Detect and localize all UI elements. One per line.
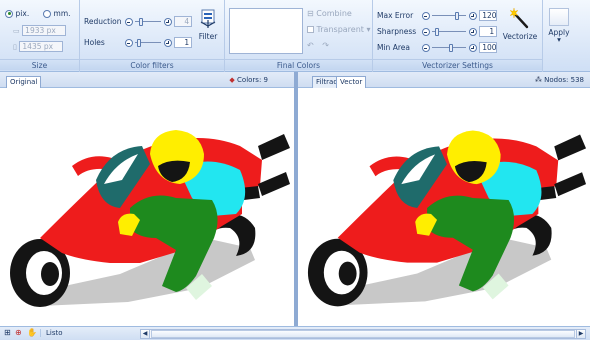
final-colors-title: Final Colors	[225, 59, 372, 70]
vector-image-pane[interactable]	[298, 88, 590, 326]
min-area-value[interactable]: 100	[479, 42, 498, 53]
max-error-label: Max Error	[377, 11, 414, 20]
color-palette-box[interactable]	[229, 8, 303, 54]
nodes-count: ⁂ Nodos: 538	[535, 76, 584, 84]
holes-decrease-button[interactable]	[124, 38, 133, 47]
vectorize-button[interactable]: Vectorize	[501, 7, 539, 41]
sharpness-label: Sharpness	[377, 27, 417, 36]
width-icon: ▭	[13, 27, 20, 35]
holes-label: Holes	[84, 38, 105, 47]
sharpness-row: Sharpness 1	[377, 26, 498, 37]
combine-label: Combine	[316, 9, 352, 18]
max-error-increase-button[interactable]	[468, 11, 477, 20]
ribbon: pix. mm. ▭ 1933 px ▯ 1435 px Size Reduct…	[0, 0, 590, 72]
apply-group: Apply ▾	[543, 0, 573, 72]
size-group: pix. mm. ▭ 1933 px ▯ 1435 px Size	[0, 0, 80, 72]
status-text: Listo	[46, 329, 63, 337]
radio-px[interactable]	[5, 9, 13, 18]
min-area-label: Min Area	[377, 43, 410, 52]
max-error-slider[interactable]	[432, 11, 467, 20]
unit-mm-option[interactable]: mm.	[43, 9, 71, 18]
reduction-value[interactable]: 4	[174, 16, 193, 27]
reduction-increase-button[interactable]	[163, 17, 172, 26]
min-area-row: Min Area 100	[377, 42, 498, 53]
min-area-decrease-button[interactable]	[421, 43, 430, 52]
combine-icon: ⊟	[307, 9, 314, 18]
final-colors-group: ⊟ Combine Transparent ▾ ↶ ↷ Final Colors	[225, 0, 373, 72]
apply-dropdown-icon[interactable]: ▾	[546, 36, 572, 44]
vectorize-label: Vectorize	[502, 32, 538, 41]
holes-row: Holes 1	[84, 37, 193, 48]
transparent-dropdown-icon[interactable]: ▾	[366, 25, 370, 34]
filter-label: Filter	[198, 32, 218, 41]
max-error-value[interactable]: 120	[479, 10, 498, 21]
horizontal-scrollbar[interactable]: ◀ ▶	[140, 329, 586, 339]
tab-original[interactable]: Original	[6, 76, 42, 88]
unit-px-option[interactable]: pix.	[5, 9, 29, 18]
width-field[interactable]: 1933 px	[22, 25, 67, 36]
combine-button[interactable]: ⊟ Combine	[307, 9, 352, 18]
reduction-decrease-button[interactable]	[124, 17, 133, 26]
original-image-pane[interactable]	[0, 88, 294, 326]
height-field[interactable]: 1435 px	[19, 41, 64, 52]
right-pane-header: Filtrad Vector ⁂ Nodos: 538	[298, 72, 590, 88]
tab-vector[interactable]: Vector	[336, 76, 367, 88]
apply-button[interactable]: Apply ▾	[546, 8, 572, 43]
holes-value[interactable]: 1	[174, 37, 193, 48]
zoom-fit-icon[interactable]: ⊞	[4, 328, 11, 337]
left-pane-header: Original ◆ Colors: 9	[0, 72, 294, 88]
min-area-slider[interactable]	[432, 43, 467, 52]
apply-icon	[549, 8, 569, 26]
filter-icon	[200, 9, 216, 28]
colors-count: ◆ Colors: 9	[229, 76, 268, 84]
vectorizer-group: Max Error 120 Sharpness 1 Min Area 100 V…	[373, 0, 543, 72]
redo-icon[interactable]: ↷	[322, 41, 329, 50]
color-filters-group: Reduction 4 Holes 1 Filter Color filters	[80, 0, 225, 72]
filter-button[interactable]: Filter	[193, 9, 223, 41]
scroll-right-button[interactable]: ▶	[576, 329, 586, 339]
undo-redo: ↶ ↷	[307, 41, 329, 50]
vectorizer-title: Vectorizer Settings	[373, 59, 542, 70]
sharpness-increase-button[interactable]	[468, 27, 477, 36]
height-row: ▯ 1435 px	[13, 41, 64, 52]
magic-wand-icon	[509, 7, 529, 29]
reduction-row: Reduction 4	[84, 16, 193, 27]
sharpness-decrease-button[interactable]	[421, 27, 430, 36]
status-bar: ⊞ ⊕ ✋ | Listo ◀ ▶	[0, 326, 590, 340]
holes-slider[interactable]	[135, 38, 162, 47]
reduction-label: Reduction	[84, 17, 122, 26]
min-area-increase-button[interactable]	[468, 43, 477, 52]
color-filters-title: Color filters	[80, 59, 224, 70]
reduction-slider[interactable]	[135, 17, 162, 26]
colors-count-text: Colors: 9	[237, 76, 268, 84]
nodes-icon: ⁂	[534, 76, 542, 84]
colors-icon: ◆	[229, 76, 235, 84]
motorcycle-original-image	[10, 130, 290, 307]
motorcycle-vector-image	[307, 130, 587, 307]
scroll-thumb[interactable]	[151, 330, 575, 338]
sharpness-slider[interactable]	[432, 27, 467, 36]
width-row: ▭ 1933 px	[13, 25, 67, 36]
scroll-left-button[interactable]: ◀	[140, 329, 150, 339]
max-error-row: Max Error 120	[377, 10, 498, 21]
max-error-decrease-button[interactable]	[421, 11, 430, 20]
holes-increase-button[interactable]	[163, 38, 172, 47]
transparent-option[interactable]: Transparent ▾	[307, 25, 370, 34]
nodes-count-text: Nodos: 538	[544, 76, 584, 84]
height-icon: ▯	[13, 43, 17, 51]
transparent-checkbox[interactable]	[307, 26, 314, 33]
radio-mm[interactable]	[43, 9, 51, 18]
status-separator: |	[39, 328, 42, 337]
transparent-label: Transparent	[316, 25, 364, 34]
sharpness-value[interactable]: 1	[479, 26, 498, 37]
hand-tool-icon[interactable]: ✋	[27, 328, 37, 337]
undo-icon[interactable]: ↶	[307, 41, 314, 50]
zoom-in-icon[interactable]: ⊕	[15, 328, 22, 337]
size-group-title: Size	[0, 59, 79, 70]
